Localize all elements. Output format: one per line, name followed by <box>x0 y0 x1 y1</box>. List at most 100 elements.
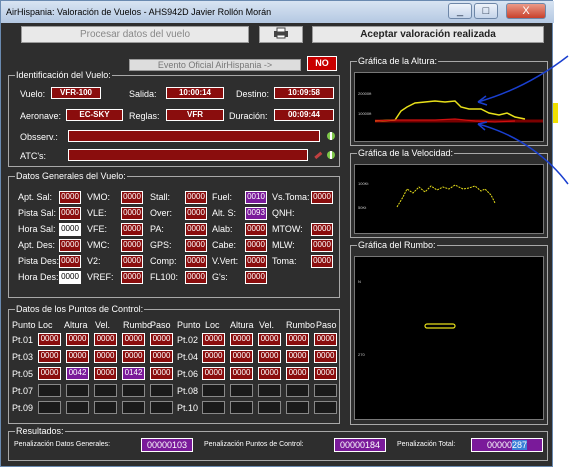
penalty-total-value[interactable]: 00000287 <box>471 438 543 452</box>
point-cell[interactable]: 0000 <box>230 350 253 363</box>
point-cell[interactable]: 0000 <box>202 350 225 363</box>
general-field[interactable]: 0000 <box>311 239 333 252</box>
point-cell[interactable]: 0000 <box>150 367 173 380</box>
point-cell[interactable]: 0000 <box>286 367 309 380</box>
reglas-field[interactable]: VFR <box>166 109 224 121</box>
general-field[interactable]: 0000 <box>59 271 81 284</box>
point-cell[interactable]: 0000 <box>94 350 117 363</box>
print-button[interactable] <box>259 26 303 43</box>
point-cell[interactable] <box>66 401 89 414</box>
point-cell[interactable] <box>286 384 309 397</box>
penalty-points-value[interactable]: 00000184 <box>334 438 386 452</box>
general-field[interactable]: 0000 <box>185 239 207 252</box>
general-label: Fuel: <box>212 192 233 202</box>
point-cell[interactable]: 0000 <box>122 350 145 363</box>
general-field[interactable]: 0000 <box>185 271 207 284</box>
destino-field[interactable]: 10:09:58 <box>274 87 334 99</box>
general-field[interactable]: 0000 <box>185 207 207 220</box>
atc-field[interactable] <box>68 149 308 161</box>
point-cell[interactable]: 0000 <box>66 333 89 346</box>
point-cell[interactable]: 0000 <box>66 350 89 363</box>
general-field[interactable]: 0000 <box>245 255 267 268</box>
general-field[interactable]: 0000 <box>185 255 207 268</box>
point-cell[interactable]: 0000 <box>150 333 173 346</box>
point-cell[interactable]: 0000 <box>150 350 173 363</box>
atc-brush-icon[interactable] <box>312 149 324 161</box>
penalty-general-value[interactable]: 00000103 <box>141 438 193 452</box>
point-cell[interactable] <box>122 384 145 397</box>
point-cell[interactable]: 0000 <box>38 350 61 363</box>
general-field[interactable]: 0000 <box>185 191 207 204</box>
point-cell[interactable]: 0000 <box>202 367 225 380</box>
point-cell[interactable] <box>66 384 89 397</box>
general-field[interactable]: 0000 <box>245 223 267 236</box>
point-cell[interactable]: 0000 <box>314 367 337 380</box>
point-cell[interactable]: 0000 <box>258 367 281 380</box>
point-cell[interactable] <box>258 384 281 397</box>
observ-edit-icon[interactable] <box>325 130 337 142</box>
point-cell[interactable] <box>94 384 117 397</box>
point-cell[interactable]: 0000 <box>230 367 253 380</box>
point-cell[interactable]: 0000 <box>38 367 61 380</box>
accept-evaluation-button[interactable]: Aceptar valoración realizada <box>312 26 544 43</box>
point-cell[interactable] <box>286 401 309 414</box>
point-cell[interactable] <box>202 401 225 414</box>
general-field[interactable]: 0000 <box>185 223 207 236</box>
general-field[interactable]: 0093 <box>245 207 267 220</box>
general-field[interactable]: 0000 <box>245 239 267 252</box>
event-value[interactable]: NO <box>307 56 337 71</box>
aeronave-field[interactable]: EC-SKY <box>66 109 123 121</box>
general-field[interactable]: 0000 <box>311 223 333 236</box>
point-cell[interactable]: 0000 <box>258 333 281 346</box>
point-cell[interactable] <box>150 401 173 414</box>
point-cell[interactable]: 0000 <box>314 350 337 363</box>
point-cell[interactable]: 0000 <box>314 333 337 346</box>
close-button[interactable]: X <box>506 3 546 19</box>
point-cell[interactable] <box>122 401 145 414</box>
general-field[interactable]: 0000 <box>59 207 81 220</box>
point-cell[interactable] <box>38 384 61 397</box>
point-cell[interactable]: 0000 <box>258 350 281 363</box>
observ-field[interactable] <box>68 130 320 142</box>
point-cell[interactable] <box>314 401 337 414</box>
point-cell[interactable] <box>202 384 225 397</box>
point-cell[interactable]: 0000 <box>122 333 145 346</box>
point-cell[interactable]: 0042 <box>66 367 89 380</box>
point-cell[interactable] <box>230 384 253 397</box>
point-cell[interactable]: 0000 <box>94 333 117 346</box>
general-field[interactable]: 0000 <box>121 191 143 204</box>
point-cell[interactable] <box>230 401 253 414</box>
general-field[interactable]: 0010 <box>245 191 267 204</box>
point-cell[interactable]: 0142 <box>122 367 145 380</box>
process-flight-button[interactable]: Procesar datos del vuelo <box>21 26 249 43</box>
general-field[interactable]: 0000 <box>245 271 267 284</box>
point-cell[interactable] <box>150 384 173 397</box>
general-field[interactable]: 0000 <box>121 239 143 252</box>
general-field[interactable]: 0000 <box>59 223 81 236</box>
point-cell[interactable] <box>314 384 337 397</box>
general-field[interactable]: 0000 <box>121 271 143 284</box>
general-field[interactable]: 0000 <box>121 255 143 268</box>
general-field[interactable]: 0000 <box>121 207 143 220</box>
minimize-button[interactable]: _ <box>448 3 472 19</box>
general-field[interactable]: 0000 <box>311 255 333 268</box>
point-cell[interactable]: 0000 <box>94 367 117 380</box>
general-field[interactable]: 0000 <box>59 239 81 252</box>
general-field[interactable]: 0000 <box>311 191 333 204</box>
atc-edit-icon[interactable] <box>325 149 337 161</box>
salida-field[interactable]: 10:00:14 <box>166 87 224 99</box>
maximize-button[interactable]: □ <box>474 3 498 19</box>
point-cell[interactable] <box>94 401 117 414</box>
vuelo-field[interactable]: VFR-100 <box>51 87 101 99</box>
general-field[interactable]: 0000 <box>59 255 81 268</box>
point-cell[interactable]: 0000 <box>286 350 309 363</box>
point-cell[interactable] <box>258 401 281 414</box>
point-cell[interactable]: 0000 <box>286 333 309 346</box>
point-cell[interactable] <box>38 401 61 414</box>
point-cell[interactable]: 0000 <box>202 333 225 346</box>
point-cell[interactable]: 0000 <box>230 333 253 346</box>
duracion-field[interactable]: 00:09:44 <box>274 109 334 121</box>
point-cell[interactable]: 0000 <box>38 333 61 346</box>
general-field[interactable]: 0000 <box>121 223 143 236</box>
general-field[interactable]: 0000 <box>59 191 81 204</box>
